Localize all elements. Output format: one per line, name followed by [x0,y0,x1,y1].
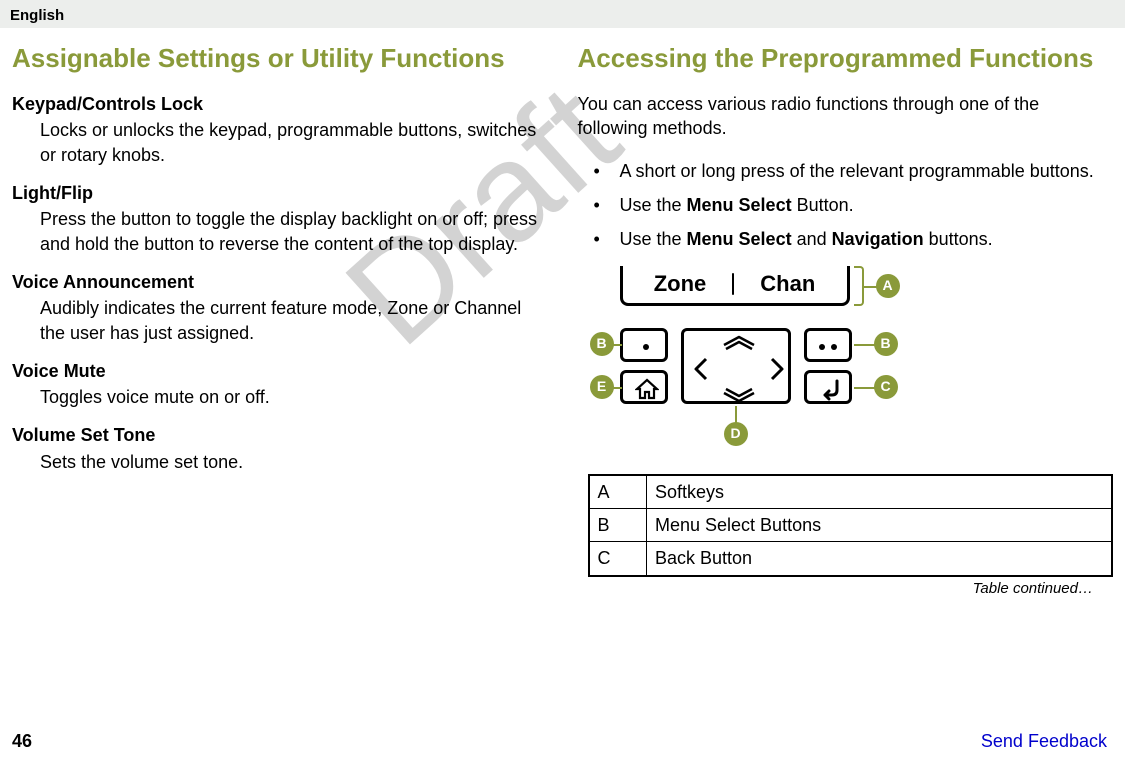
keypad-diagram: Zone Chan [596,262,916,458]
send-feedback-link[interactable]: Send Feedback [981,729,1107,753]
key-cell: C [589,542,647,576]
page-number: 46 [12,729,32,753]
screen-chan: Chan [760,269,815,299]
label-b-right: B [874,332,898,356]
page-content: Assignable Settings or Utility Functions… [0,28,1125,599]
diagram-menu-select-left [620,328,668,362]
home-icon [635,378,659,400]
table-continued: Table continued… [578,579,1094,599]
val-cell: Softkeys [647,475,1112,509]
desc-voice-mute: Toggles voice mute on or off. [40,385,548,409]
term-volume-set-tone: Volume Set Tone [12,423,548,447]
nav-pad-icon [684,331,794,407]
bullet-3-bold2: Navigation [832,229,924,249]
lead-b-right [854,344,876,346]
lead-a [864,286,877,288]
bullet-3-pre: Use the [620,229,687,249]
label-a: A [876,274,900,298]
bullet-3-mid: and [792,229,832,249]
definition-list: Keypad/Controls Lock Locks or unlocks th… [12,92,548,474]
lead-c [854,387,876,389]
bullet-2-bold: Menu Select [687,195,792,215]
back-arrow-icon [817,377,845,403]
term-voice-mute: Voice Mute [12,359,548,383]
screen-divider [732,273,734,295]
bullet-1-text: A short or long press of the relevant pr… [620,161,1094,181]
term-keypad-lock: Keypad/Controls Lock [12,92,548,116]
right-column: Accessing the Preprogrammed Functions Yo… [578,43,1114,599]
bullet-3: Use the Menu Select and Navigation butto… [586,227,1114,251]
header-lang: English [10,7,64,24]
val-cell: Back Button [647,542,1112,576]
desc-volume-set-tone: Sets the volume set tone. [40,450,548,474]
diagram-home-button [620,370,668,404]
right-intro: You can access various radio functions t… [578,92,1114,141]
left-column: Assignable Settings or Utility Functions… [12,43,548,599]
bullet-3-bold1: Menu Select [687,229,792,249]
bullet-1: A short or long press of the relevant pr… [586,159,1114,183]
header-bar: English [0,0,1125,28]
key-cell: B [589,508,647,541]
diagram-screen: Zone Chan [620,266,850,306]
bullet-2: Use the Menu Select Button. [586,193,1114,217]
table-row: A Softkeys [589,475,1112,509]
term-voice-announcement: Voice Announcement [12,270,548,294]
bracket-a [854,266,864,306]
screen-zone: Zone [654,269,707,299]
label-d: D [724,422,748,446]
diagram-back-button [804,370,852,404]
desc-keypad-lock: Locks or unlocks the keypad, programmabl… [40,118,548,167]
desc-voice-announcement: Audibly indicates the current feature mo… [40,296,548,345]
lead-d [735,406,737,424]
bullet-3-post: buttons. [924,229,993,249]
label-e: E [590,375,614,399]
bullet-2-pre: Use the [620,195,687,215]
key-cell: A [589,475,647,509]
left-heading: Assignable Settings or Utility Functions [12,43,548,74]
right-heading: Accessing the Preprogrammed Functions [578,43,1114,74]
footer: 46 Send Feedback [12,729,1107,753]
val-cell: Menu Select Buttons [647,508,1112,541]
table-row: B Menu Select Buttons [589,508,1112,541]
label-c: C [874,375,898,399]
key-table: A Softkeys B Menu Select Buttons C Back … [588,474,1113,577]
table-row: C Back Button [589,542,1112,576]
term-light-flip: Light/Flip [12,181,548,205]
bullet-2-post: Button. [792,195,854,215]
method-list: A short or long press of the relevant pr… [586,159,1114,252]
label-b-left: B [590,332,614,356]
diagram-menu-select-right [804,328,852,362]
desc-light-flip: Press the button to toggle the display b… [40,207,548,256]
diagram-nav-pad [681,328,791,404]
